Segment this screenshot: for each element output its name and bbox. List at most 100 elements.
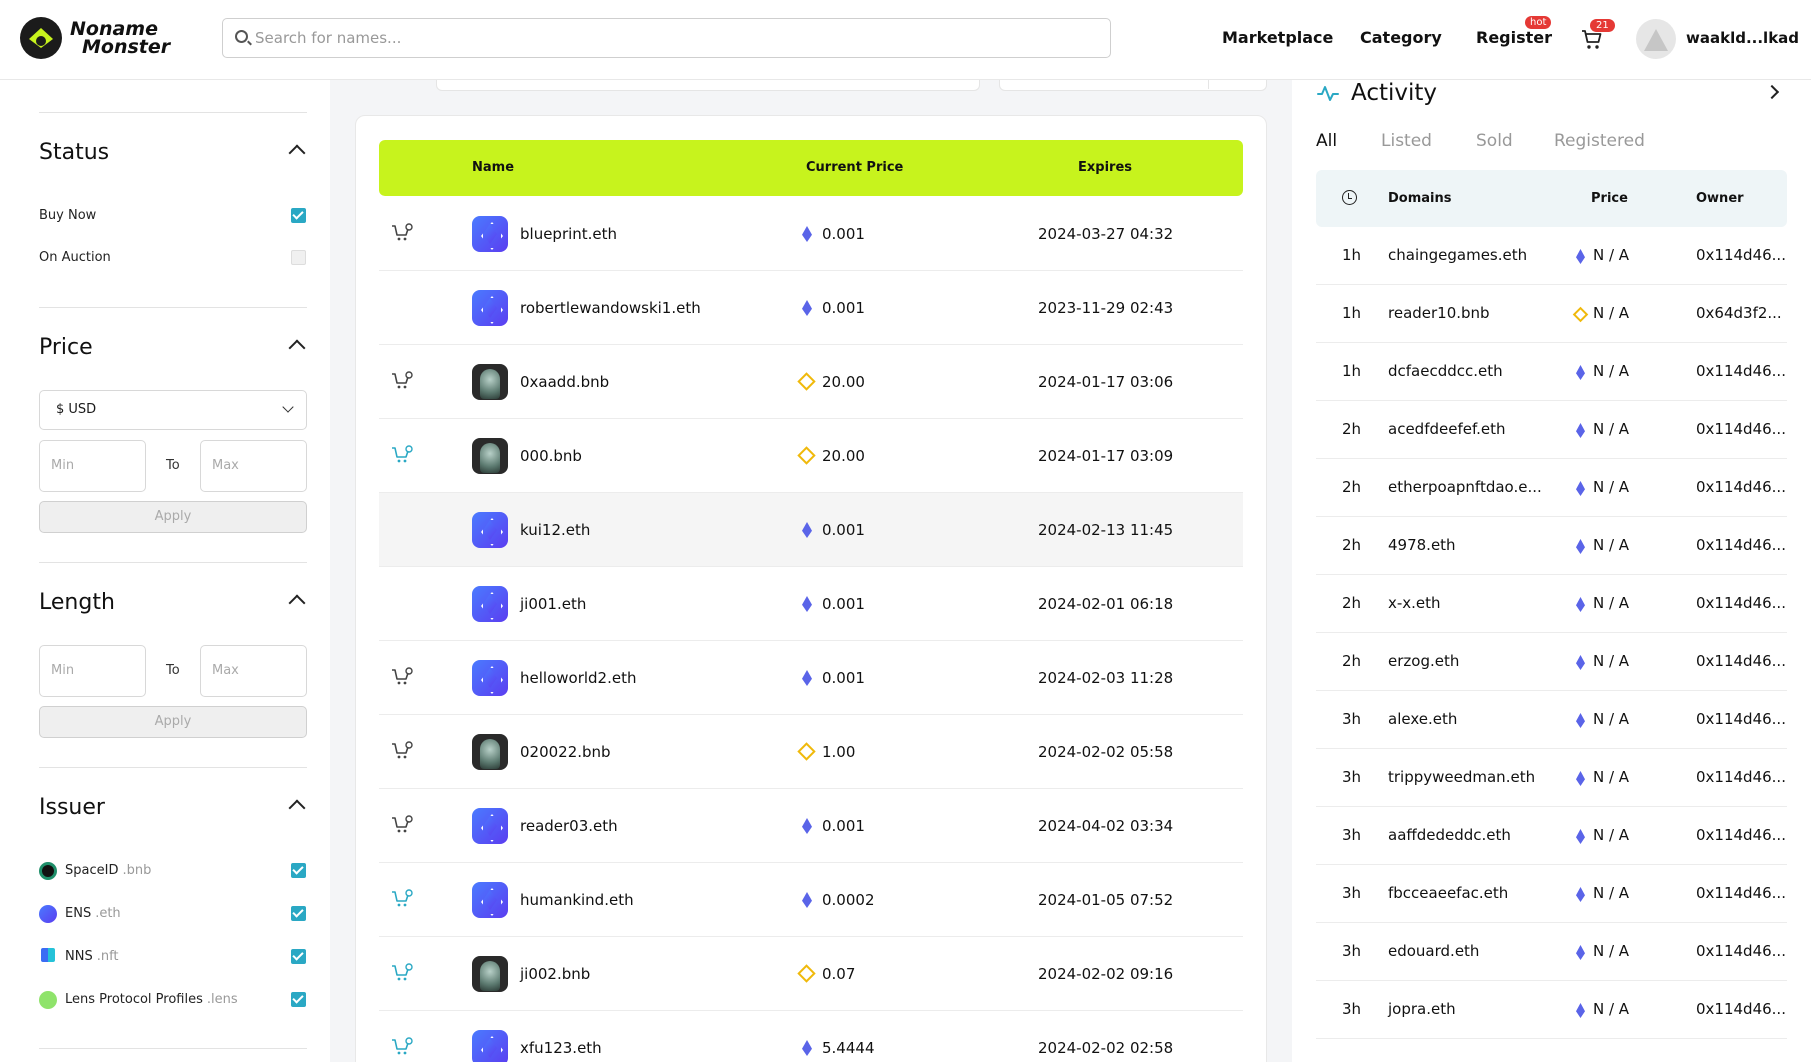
- domain-name[interactable]: ji001.eth: [520, 595, 586, 613]
- activity-owner[interactable]: 0x114d46...: [1696, 884, 1786, 902]
- search-box[interactable]: [222, 18, 1111, 58]
- sort-bar[interactable]: [436, 80, 980, 91]
- tab-registered[interactable]: Registered: [1554, 131, 1645, 151]
- add-to-cart-icon[interactable]: [391, 223, 413, 243]
- activity-owner[interactable]: 0x114d46...: [1696, 420, 1786, 438]
- activity-row[interactable]: 2h x-x.eth N / A 0x114d46...: [1316, 575, 1787, 633]
- activity-domain[interactable]: fbcceaeefac.eth: [1388, 884, 1508, 902]
- table-row[interactable]: humankind.eth 0.0002 2024-01-05 07:52: [379, 863, 1243, 937]
- domain-name[interactable]: blueprint.eth: [520, 225, 617, 243]
- table-row[interactable]: blueprint.eth 0.001 2024-03-27 04:32: [379, 197, 1243, 271]
- length-min-input[interactable]: Min: [39, 645, 146, 697]
- nav-register[interactable]: Register: [1476, 28, 1552, 47]
- price-max-input[interactable]: Max: [200, 440, 307, 492]
- domain-name[interactable]: xfu123.eth: [520, 1039, 602, 1057]
- price-min-input[interactable]: Min: [39, 440, 146, 492]
- table-row[interactable]: 0xaadd.bnb 20.00 2024-01-17 03:06: [379, 345, 1243, 419]
- add-to-cart-icon[interactable]: [391, 889, 413, 909]
- activity-owner[interactable]: 0x114d46...: [1696, 478, 1786, 496]
- on-auction-checkbox[interactable]: [291, 250, 306, 265]
- username[interactable]: waakld...lkad: [1686, 29, 1799, 47]
- add-to-cart-icon[interactable]: [391, 1037, 413, 1057]
- buy-now-checkbox[interactable]: [291, 208, 306, 223]
- table-row[interactable]: ji001.eth 0.001 2024-02-01 06:18: [379, 567, 1243, 641]
- activity-row[interactable]: 3h aaffdededdc.eth N / A 0x114d46...: [1316, 807, 1787, 865]
- table-row[interactable]: ji002.bnb 0.07 2024-02-02 09:16: [379, 937, 1243, 1011]
- price-apply-button[interactable]: Apply: [39, 501, 307, 533]
- activity-domain[interactable]: x-x.eth: [1388, 594, 1441, 612]
- ens-checkbox[interactable]: [291, 906, 306, 921]
- activity-owner[interactable]: 0x114d46...: [1696, 594, 1786, 612]
- table-row[interactable]: xfu123.eth 5.4444 2024-02-02 02:58: [379, 1011, 1243, 1062]
- activity-domain[interactable]: dcfaecddcc.eth: [1388, 362, 1503, 380]
- activity-row[interactable]: 3h trippyweedman.eth N / A 0x114d46...: [1316, 749, 1787, 807]
- activity-row[interactable]: 1h reader10.bnb N / A 0x64d3f2...: [1316, 285, 1787, 343]
- activity-row[interactable]: 2h 4978.eth N / A 0x114d46...: [1316, 517, 1787, 575]
- activity-owner[interactable]: 0x114d46...: [1696, 1000, 1786, 1018]
- nav-category[interactable]: Category: [1360, 28, 1442, 47]
- currency-select[interactable]: $ USD: [39, 390, 307, 430]
- add-to-cart-icon[interactable]: [391, 741, 413, 761]
- activity-domain[interactable]: 4978.eth: [1388, 536, 1456, 554]
- search-input[interactable]: [255, 19, 1095, 57]
- activity-row[interactable]: 1h dcfaecddcc.eth N / A 0x114d46...: [1316, 343, 1787, 401]
- activity-row[interactable]: 2h etherpoapnftdao.e... N / A 0x114d46...: [1316, 459, 1787, 517]
- col-current-price[interactable]: Current Price: [806, 160, 903, 175]
- length-max-input[interactable]: Max: [200, 645, 307, 697]
- activity-domain[interactable]: reader10.bnb: [1388, 304, 1490, 322]
- add-to-cart-icon[interactable]: [391, 371, 413, 391]
- add-to-cart-icon[interactable]: [391, 667, 413, 687]
- avatar[interactable]: [1636, 19, 1676, 59]
- activity-row[interactable]: 3h fbcceaeefac.eth N / A 0x114d46...: [1316, 865, 1787, 923]
- table-row[interactable]: 000.bnb 20.00 2024-01-17 03:09: [379, 419, 1243, 493]
- col-expires[interactable]: Expires: [1078, 160, 1132, 175]
- logo[interactable]: Noname Monster: [20, 17, 170, 59]
- spaceid-checkbox[interactable]: [291, 863, 306, 878]
- table-row[interactable]: kui12.eth 0.001 2024-02-13 11:45: [379, 493, 1243, 567]
- tab-listed[interactable]: Listed: [1381, 131, 1432, 151]
- activity-owner[interactable]: 0x64d3f2...: [1696, 304, 1782, 322]
- activity-domain[interactable]: erzog.eth: [1388, 652, 1459, 670]
- activity-owner[interactable]: 0x114d46...: [1696, 652, 1786, 670]
- lens-checkbox[interactable]: [291, 992, 306, 1007]
- activity-row[interactable]: 3h jopra.eth N / A 0x114d46...: [1316, 981, 1787, 1039]
- nns-checkbox[interactable]: [291, 949, 306, 964]
- activity-owner[interactable]: 0x114d46...: [1696, 536, 1786, 554]
- activity-owner[interactable]: 0x114d46...: [1696, 362, 1786, 380]
- view-toggle[interactable]: [999, 80, 1267, 91]
- activity-domain[interactable]: alexe.eth: [1388, 710, 1457, 728]
- activity-domain[interactable]: aaffdededdc.eth: [1388, 826, 1511, 844]
- activity-row[interactable]: 3h alexe.eth N / A 0x114d46...: [1316, 691, 1787, 749]
- length-apply-button[interactable]: Apply: [39, 706, 307, 738]
- activity-domain[interactable]: edouard.eth: [1388, 942, 1479, 960]
- col-name[interactable]: Name: [472, 160, 514, 175]
- domain-name[interactable]: ji002.bnb: [520, 965, 590, 983]
- activity-owner[interactable]: 0x114d46...: [1696, 246, 1786, 264]
- domain-name[interactable]: 0xaadd.bnb: [520, 373, 609, 391]
- table-row[interactable]: helloworld2.eth 0.001 2024-02-03 11:28: [379, 641, 1243, 715]
- table-row[interactable]: reader03.eth 0.001 2024-04-02 03:34: [379, 789, 1243, 863]
- activity-owner[interactable]: 0x114d46...: [1696, 768, 1786, 786]
- activity-owner[interactable]: 0x114d46...: [1696, 826, 1786, 844]
- add-to-cart-icon[interactable]: [391, 963, 413, 983]
- nav-marketplace[interactable]: Marketplace: [1222, 28, 1333, 47]
- table-row[interactable]: 020022.bnb 1.00 2024-02-02 05:58: [379, 715, 1243, 789]
- domain-name[interactable]: reader03.eth: [520, 817, 618, 835]
- activity-owner[interactable]: 0x114d46...: [1696, 710, 1786, 728]
- activity-owner[interactable]: 0x114d46...: [1696, 942, 1786, 960]
- domain-name[interactable]: kui12.eth: [520, 521, 590, 539]
- activity-domain[interactable]: acedfdeefef.eth: [1388, 420, 1506, 438]
- domain-name[interactable]: helloworld2.eth: [520, 669, 636, 687]
- tab-sold[interactable]: Sold: [1476, 131, 1513, 151]
- add-to-cart-icon[interactable]: [391, 445, 413, 465]
- activity-row[interactable]: 1h chaingegames.eth N / A 0x114d46...: [1316, 227, 1787, 285]
- activity-row[interactable]: 2h acedfdeefef.eth N / A 0x114d46...: [1316, 401, 1787, 459]
- activity-domain[interactable]: etherpoapnftdao.e...: [1388, 478, 1542, 496]
- activity-domain[interactable]: jopra.eth: [1388, 1000, 1456, 1018]
- activity-domain[interactable]: chaingegames.eth: [1388, 246, 1527, 264]
- activity-row[interactable]: 3h edouard.eth N / A 0x114d46...: [1316, 923, 1787, 981]
- domain-name[interactable]: robertlewandowski1.eth: [520, 299, 701, 317]
- activity-domain[interactable]: trippyweedman.eth: [1388, 768, 1535, 786]
- add-to-cart-icon[interactable]: [391, 815, 413, 835]
- tab-all[interactable]: All: [1316, 131, 1337, 151]
